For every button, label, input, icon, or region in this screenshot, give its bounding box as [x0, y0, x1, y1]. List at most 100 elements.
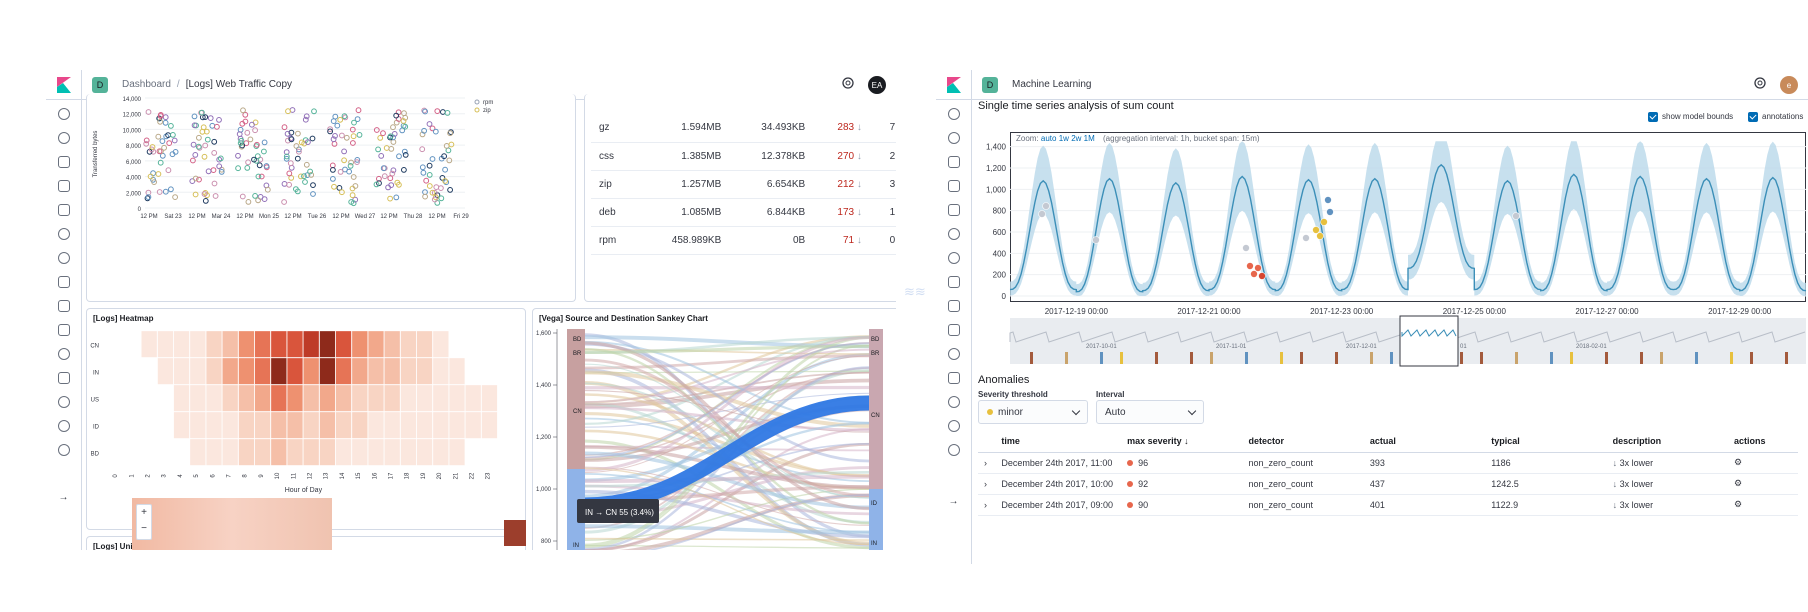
gear-icon[interactable]: ⚙: [1734, 473, 1798, 495]
column-header-typical[interactable]: typical: [1491, 430, 1613, 453]
x-tick-label: Sat 23: [164, 214, 182, 220]
ml-window: D Machine Learning e → Single time serie…: [936, 70, 1808, 564]
siem-icon[interactable]: [57, 372, 70, 384]
cell-avg: 1.385MB: [637, 142, 730, 171]
x-tick-label: Mon 25: [259, 214, 280, 220]
gear-icon[interactable]: ⚙: [1734, 494, 1798, 516]
management-icon[interactable]: [947, 444, 960, 456]
user-avatar[interactable]: EA: [868, 76, 886, 94]
scatter-point: [281, 199, 288, 205]
heatmap-cell: [206, 384, 222, 412]
dashboard-icon[interactable]: [57, 180, 70, 192]
dev-tools-icon[interactable]: [57, 396, 70, 408]
interval-select[interactable]: Auto: [1096, 400, 1204, 424]
visualize-icon[interactable]: [57, 156, 70, 168]
dashboard-window: D Dashboard / [Logs] Web Traffic Copy EA →…: [46, 70, 896, 550]
apm-icon[interactable]: [57, 324, 70, 336]
overview-anomaly-bar: [1390, 352, 1393, 364]
scatter-point: [196, 176, 202, 183]
scatter-point: [207, 115, 214, 122]
scatter-point: [442, 166, 449, 173]
scatter-point: [434, 108, 441, 115]
siem-icon[interactable]: [947, 372, 960, 384]
cell-avg: 1.594MB: [637, 114, 730, 143]
trend-down-icon: ↓: [854, 178, 862, 190]
table-row[interactable]: › December 24th 2017, 09:00 90 non_zero_cou…: [978, 494, 1798, 516]
scatter-point: [351, 119, 357, 126]
dev-tools-icon[interactable]: [947, 396, 960, 408]
scatter-point: [334, 122, 341, 129]
zoom-in-button[interactable]: +: [137, 505, 151, 521]
column-header-actual[interactable]: actual: [1369, 430, 1492, 453]
heatmap-cell: [416, 357, 433, 385]
heatmap-cell: [206, 438, 222, 466]
logs-icon[interactable]: [57, 300, 70, 312]
y-tick-label: 10,000: [123, 128, 142, 134]
trend-down-icon: ↓: [895, 151, 896, 162]
heatmap-chart: CNINUSIDBD0 1 2 3 4 5 6 7 8 9 10 11 12 13 14 15 16 17 18 19…: [90, 330, 498, 494]
scatter-point: [375, 146, 382, 153]
ml-x-tick: 2017-12-27 00:00: [1575, 307, 1639, 316]
help-icon[interactable]: [842, 76, 854, 94]
scatter-point: [294, 155, 301, 162]
scatter-point: [245, 199, 252, 205]
chevron-down-icon: [1071, 406, 1081, 416]
arrow-down-icon: ↓: [1612, 457, 1620, 468]
heatmap-cell: [319, 357, 336, 385]
kibana-logo[interactable]: [46, 70, 82, 100]
zoom-out-button[interactable]: −: [137, 521, 151, 537]
expand-row-icon[interactable]: ›: [978, 452, 1002, 474]
heatmap-cell: [465, 331, 481, 358]
expand-row-icon[interactable]: ›: [978, 473, 1002, 495]
heatmap-cell: [384, 357, 401, 385]
map-tiles[interactable]: [132, 498, 332, 550]
description-text: 3x lower: [1619, 499, 1654, 510]
breadcrumb-dashboard[interactable]: Dashboard: [122, 79, 171, 90]
heatmap-cell: [254, 384, 271, 412]
scatter-point: [150, 170, 156, 177]
severity-threshold-select[interactable]: minor: [978, 400, 1088, 424]
heatmap-cell: [141, 439, 157, 466]
discover-icon[interactable]: [57, 132, 70, 144]
description-text: 3x lower: [1619, 457, 1654, 468]
scatter-point: [346, 168, 353, 175]
column-header-description[interactable]: description: [1612, 430, 1735, 453]
expand-row-icon[interactable]: ›: [978, 494, 1002, 516]
monitoring-icon[interactable]: [57, 420, 70, 432]
canvas-icon[interactable]: [57, 204, 70, 216]
anomaly-marker: [1512, 212, 1520, 220]
heatmap-cell: [335, 384, 352, 412]
column-header-detector[interactable]: detector: [1248, 430, 1370, 453]
heatmap-cell: [254, 357, 271, 385]
overview-anomaly-bar: [1515, 352, 1518, 364]
scatter-point: [240, 107, 246, 114]
chevron-down-icon: [1187, 406, 1197, 416]
monitoring-icon[interactable]: [947, 420, 960, 432]
recent-icon[interactable]: [57, 108, 70, 120]
ml-icon[interactable]: [57, 252, 70, 264]
table-row[interactable]: › December 24th 2017, 11:00 96 non_zero_cou…: [978, 452, 1798, 474]
y-tick-label: 2,000: [126, 191, 142, 197]
anomaly-marker: [1326, 208, 1334, 216]
cell-max: 34.493KB: [729, 114, 814, 143]
heatmap-cell: [335, 330, 352, 358]
column-header-time[interactable]: time: [1001, 430, 1128, 453]
column-header-actions[interactable]: actions: [1734, 430, 1798, 453]
scatter-point: [281, 181, 288, 187]
scatter-point: [402, 123, 409, 130]
uptime-icon[interactable]: [57, 348, 70, 360]
space-avatar[interactable]: D: [92, 76, 108, 93]
table-row[interactable]: › December 24th 2017, 10:00 92 non_zero_cou…: [978, 473, 1798, 495]
x-tick-label: Mar 24: [212, 214, 231, 220]
collapse-nav-icon[interactable]: →: [949, 496, 959, 507]
infra-icon[interactable]: [57, 276, 70, 288]
maps-icon[interactable]: [57, 228, 70, 240]
scatter-point: [244, 129, 251, 136]
management-icon[interactable]: [57, 444, 70, 456]
sankey-source-label: IN: [573, 543, 579, 549]
collapse-nav-icon[interactable]: →: [59, 492, 69, 503]
heatmap-hour-label: 21: [453, 472, 459, 479]
heatmap-cell: [303, 384, 320, 412]
gear-icon[interactable]: ⚙: [1734, 452, 1798, 474]
column-header-max-severity[interactable]: max severity ↓: [1127, 430, 1249, 453]
